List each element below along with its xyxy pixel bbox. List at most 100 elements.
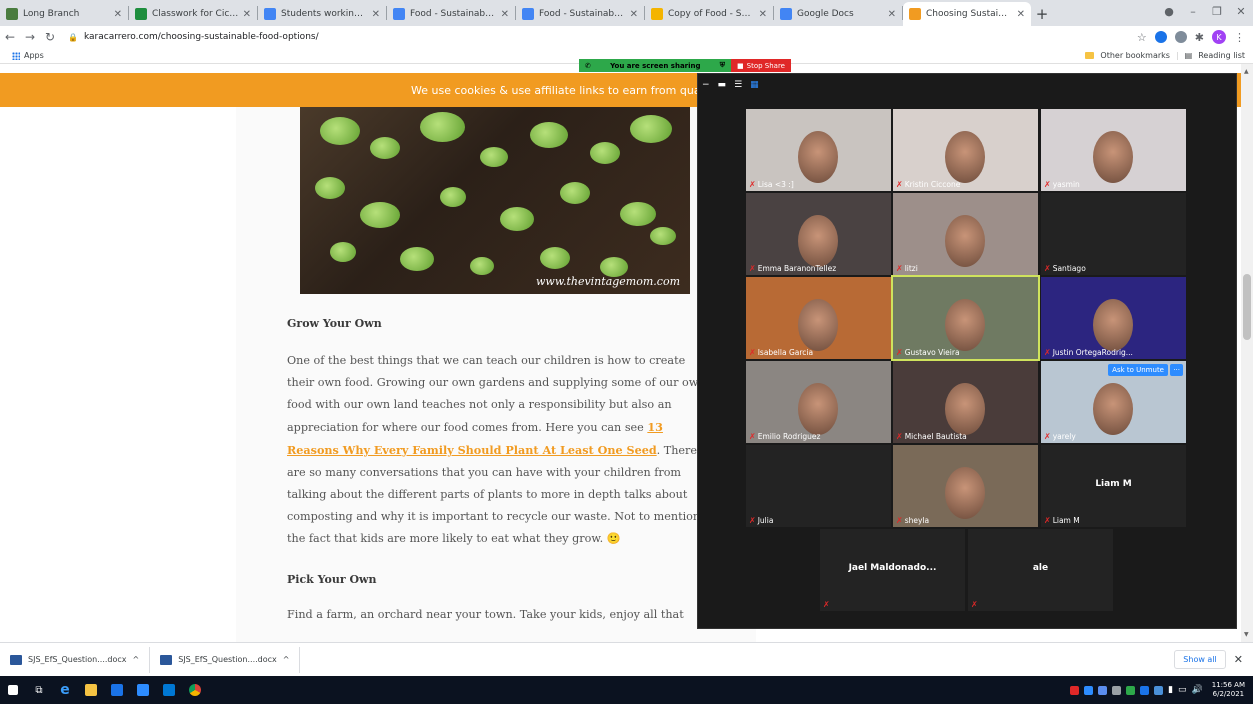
chrome-icon[interactable] [182, 676, 208, 704]
battery-icon[interactable]: ▮ [1168, 685, 1173, 695]
download-item[interactable]: SJS_EfS_Question....docx ^ [0, 646, 151, 673]
participant-video [798, 131, 838, 183]
puzzle-icon[interactable]: ✱ [1195, 31, 1204, 44]
record-icon[interactable]: ● [1157, 5, 1181, 18]
leaf [470, 257, 494, 275]
browser-tab[interactable]: Food - Sustainability Lesso ✕ [516, 2, 644, 26]
other-bookmarks[interactable]: Other bookmarks [1100, 51, 1170, 60]
browser-tab[interactable]: Classwork for Ciccone - Ma ✕ [129, 2, 257, 26]
participant-tile[interactable]: Jael Maldonado... ✗ [820, 529, 965, 611]
chevron-up-icon[interactable]: ^ [133, 655, 140, 664]
tab-close-icon[interactable]: ✕ [501, 9, 509, 20]
extension-icon[interactable] [1174, 31, 1187, 43]
chevron-up-icon[interactable]: ^ [283, 655, 290, 664]
show-all-button[interactable]: Show all [1174, 650, 1226, 669]
star-icon[interactable]: ☆ [1137, 31, 1147, 44]
mail-icon[interactable] [156, 676, 182, 704]
stop-share-button[interactable]: ■ Stop Share [731, 59, 791, 72]
maximize-icon[interactable]: ❐ [1205, 5, 1229, 18]
extension-icon[interactable] [1154, 31, 1167, 43]
participant-tile[interactable]: ✗ Emilio Rodriguez [746, 361, 891, 443]
page-scrollbar[interactable]: ▲ ▼ [1241, 64, 1253, 642]
apps-bookmark[interactable]: Apps [12, 51, 44, 60]
leaf [590, 142, 620, 164]
volume-icon[interactable]: 🔊 [1192, 685, 1203, 695]
network-icon[interactable]: ▭ [1178, 685, 1187, 695]
ask-to-unmute-button[interactable]: Ask to Unmute [1108, 364, 1168, 376]
participant-tile[interactable]: ale ✗ [968, 529, 1113, 611]
tray-icon[interactable] [1112, 685, 1122, 695]
participant-tile[interactable]: ✗ yarely Ask to Unmute ··· [1041, 361, 1186, 443]
reading-list[interactable]: Reading list [1198, 51, 1245, 60]
tab-close-icon[interactable]: ✕ [243, 9, 251, 20]
browser-tab[interactable]: Copy of Food - Sustainabl ✕ [645, 2, 773, 26]
scroll-down-icon[interactable]: ▼ [1244, 631, 1249, 638]
edge-icon[interactable]: e [52, 676, 78, 704]
participant-tile[interactable]: ✗ litzi [893, 193, 1038, 275]
browser-tab[interactable]: Students working - screens ✕ [258, 2, 386, 26]
tab-close-icon[interactable]: ✕ [372, 9, 380, 20]
start-icon[interactable] [0, 676, 26, 704]
forward-icon[interactable]: → [20, 30, 40, 44]
participant-tile[interactable]: ✗ Isabella Garcia [746, 277, 891, 359]
participant-tile[interactable]: ✗ Emma BaranonTellez [746, 193, 891, 275]
participant-tile[interactable]: ✗ Lisa <3 :] [746, 109, 891, 191]
participant-tile[interactable]: ✗ Kristin Ciccone [893, 109, 1038, 191]
tray-icon[interactable] [1070, 685, 1080, 695]
window-controls: ● – ❐ ✕ [1157, 0, 1253, 22]
gallery-view-icon[interactable]: ▦ [750, 80, 759, 90]
tab-close-icon[interactable]: ✕ [1017, 9, 1025, 20]
participant-tile[interactable]: Liam M ✗ Liam M [1041, 445, 1186, 527]
tab-close-icon[interactable]: ✕ [888, 9, 896, 20]
leaf [560, 182, 590, 204]
lock-icon[interactable]: 🔒 [68, 33, 78, 42]
profile-avatar[interactable]: K [1212, 30, 1226, 44]
participant-tile[interactable]: ✗ Justin OrtegaRodrig... [1041, 277, 1186, 359]
task-view-icon[interactable]: ⧉ [26, 676, 52, 704]
browser-tab[interactable]: Choosing Sustainable Foo ✕ [903, 2, 1031, 26]
new-tab-button[interactable]: + [1031, 2, 1053, 26]
participant-tile[interactable]: ✗ Michael Bautista [893, 361, 1038, 443]
leaf [500, 207, 534, 231]
tray-icon[interactable] [1126, 685, 1136, 695]
download-item[interactable]: SJS_EfS_Question....docx ^ [150, 646, 301, 673]
tab-close-icon[interactable]: ✕ [630, 9, 638, 20]
scroll-up-icon[interactable]: ▲ [1244, 68, 1249, 75]
tab-close-icon[interactable]: ✕ [114, 9, 122, 20]
participant-tile[interactable]: ✗ yasmin [1041, 109, 1186, 191]
participant-tile[interactable]: ✗ Julia [746, 445, 891, 527]
close-icon[interactable]: ✕ [1234, 653, 1243, 666]
scroll-thumb[interactable] [1243, 274, 1251, 340]
store-icon[interactable] [104, 676, 130, 704]
reload-icon[interactable]: ↻ [40, 30, 60, 44]
clock[interactable]: 11:56 AM 6/2/2021 [1212, 681, 1245, 699]
browser-tab[interactable]: Long Branch ✕ [0, 2, 128, 26]
participant-tile[interactable]: ✗ Gustavo Vieira [891, 275, 1040, 361]
close-window-icon[interactable]: ✕ [1229, 5, 1253, 18]
participant-tile[interactable]: ✗ sheyla [893, 445, 1038, 527]
zoom-app-icon[interactable] [130, 676, 156, 704]
sharing-status: ✆ You are screen sharing ⛨ [579, 59, 731, 72]
speaker-view-icon[interactable]: ▬ [718, 80, 727, 90]
strip-view-icon[interactable]: ☰ [734, 80, 742, 90]
browser-tab[interactable]: Google Docs ✕ [774, 2, 902, 26]
leaf [530, 122, 568, 148]
menu-icon[interactable]: ⋮ [1234, 31, 1245, 44]
tray-icon[interactable] [1084, 685, 1094, 695]
file-explorer-icon[interactable] [78, 676, 104, 704]
tray-icon[interactable] [1154, 685, 1164, 695]
bluetooth-icon[interactable] [1140, 685, 1150, 695]
more-options-button[interactable]: ··· [1170, 364, 1183, 376]
shield-icon: ⛨ [719, 61, 725, 69]
tab-favicon-icon [135, 8, 147, 20]
muted-mic-icon: ✗ [749, 348, 756, 357]
minimize-view-icon[interactable]: − [702, 80, 710, 90]
minimize-icon[interactable]: – [1181, 5, 1205, 18]
tray-icon[interactable] [1098, 685, 1108, 695]
participant-name-label: ✗ Emma BaranonTellez [749, 264, 836, 273]
back-icon[interactable]: ← [0, 30, 20, 44]
address-bar[interactable]: 🔒 karacarrero.com/choosing-sustainable-f… [68, 32, 1137, 42]
tab-close-icon[interactable]: ✕ [759, 9, 767, 20]
participant-tile[interactable]: ✗ Santiago [1041, 193, 1186, 275]
browser-tab[interactable]: Food - Sustainability - Goo ✕ [387, 2, 515, 26]
